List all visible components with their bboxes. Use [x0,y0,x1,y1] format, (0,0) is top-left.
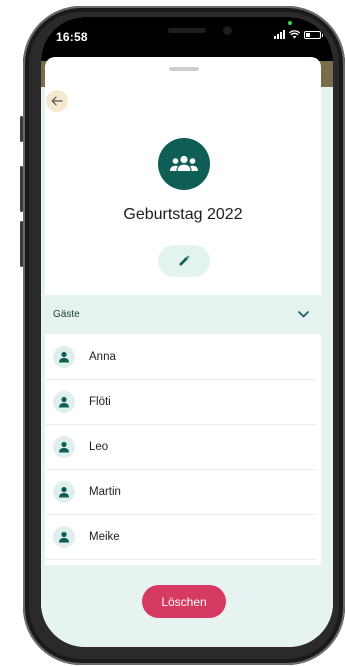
group-icon [170,155,198,171]
person-icon [53,436,75,458]
edit-button[interactable] [158,245,210,277]
delete-button[interactable]: Löschen [142,585,226,618]
pencil-icon [179,255,190,266]
guest-name: Meike [89,531,120,543]
guest-list: Anna Flöti Leo Martin Meike [45,335,321,560]
group-detail-sheet: Geburtstag 2022 Gäste Anna Flöti Leo Mar… [45,57,321,577]
guest-name: Anna [89,351,116,363]
status-icons [274,30,323,39]
notch [108,17,268,47]
wifi-icon [289,30,300,39]
camera-indicator-icon [288,21,292,25]
guest-name: Martin [89,486,121,498]
guest-row-meike[interactable]: Meike [45,515,316,560]
sheet-grabber[interactable] [169,67,199,71]
status-time: 16:58 [56,30,88,44]
phone-screen: 16:58 Geburtstag 2022 Gäste Anna Flöti L… [41,17,333,647]
guests-section-title: Gäste [53,309,80,320]
battery-icon [304,30,323,39]
guest-row-anna[interactable]: Anna [45,335,316,380]
person-icon [53,391,75,413]
status-bar: 16:58 [41,17,333,61]
signal-icon [274,30,285,39]
group-title: Geburtstag 2022 [123,206,243,223]
volume-down-button [20,221,23,267]
guests-section-header[interactable]: Gäste [45,295,321,334]
speaker [168,28,206,33]
guest-row-floeti[interactable]: Flöti [45,380,316,425]
person-icon [53,526,75,548]
person-icon [53,481,75,503]
guest-row-martin[interactable]: Martin [45,470,316,515]
group-avatar [158,138,210,190]
person-icon [53,346,75,368]
guest-row-leo[interactable]: Leo [45,425,316,470]
mute-switch [20,116,23,142]
arrow-left-icon [51,96,63,106]
guest-name: Leo [89,441,109,453]
guest-name: Flöti [89,396,111,408]
back-button[interactable] [46,90,68,112]
chevron-down-icon [298,311,309,318]
volume-up-button [20,166,23,212]
front-camera [223,26,232,35]
